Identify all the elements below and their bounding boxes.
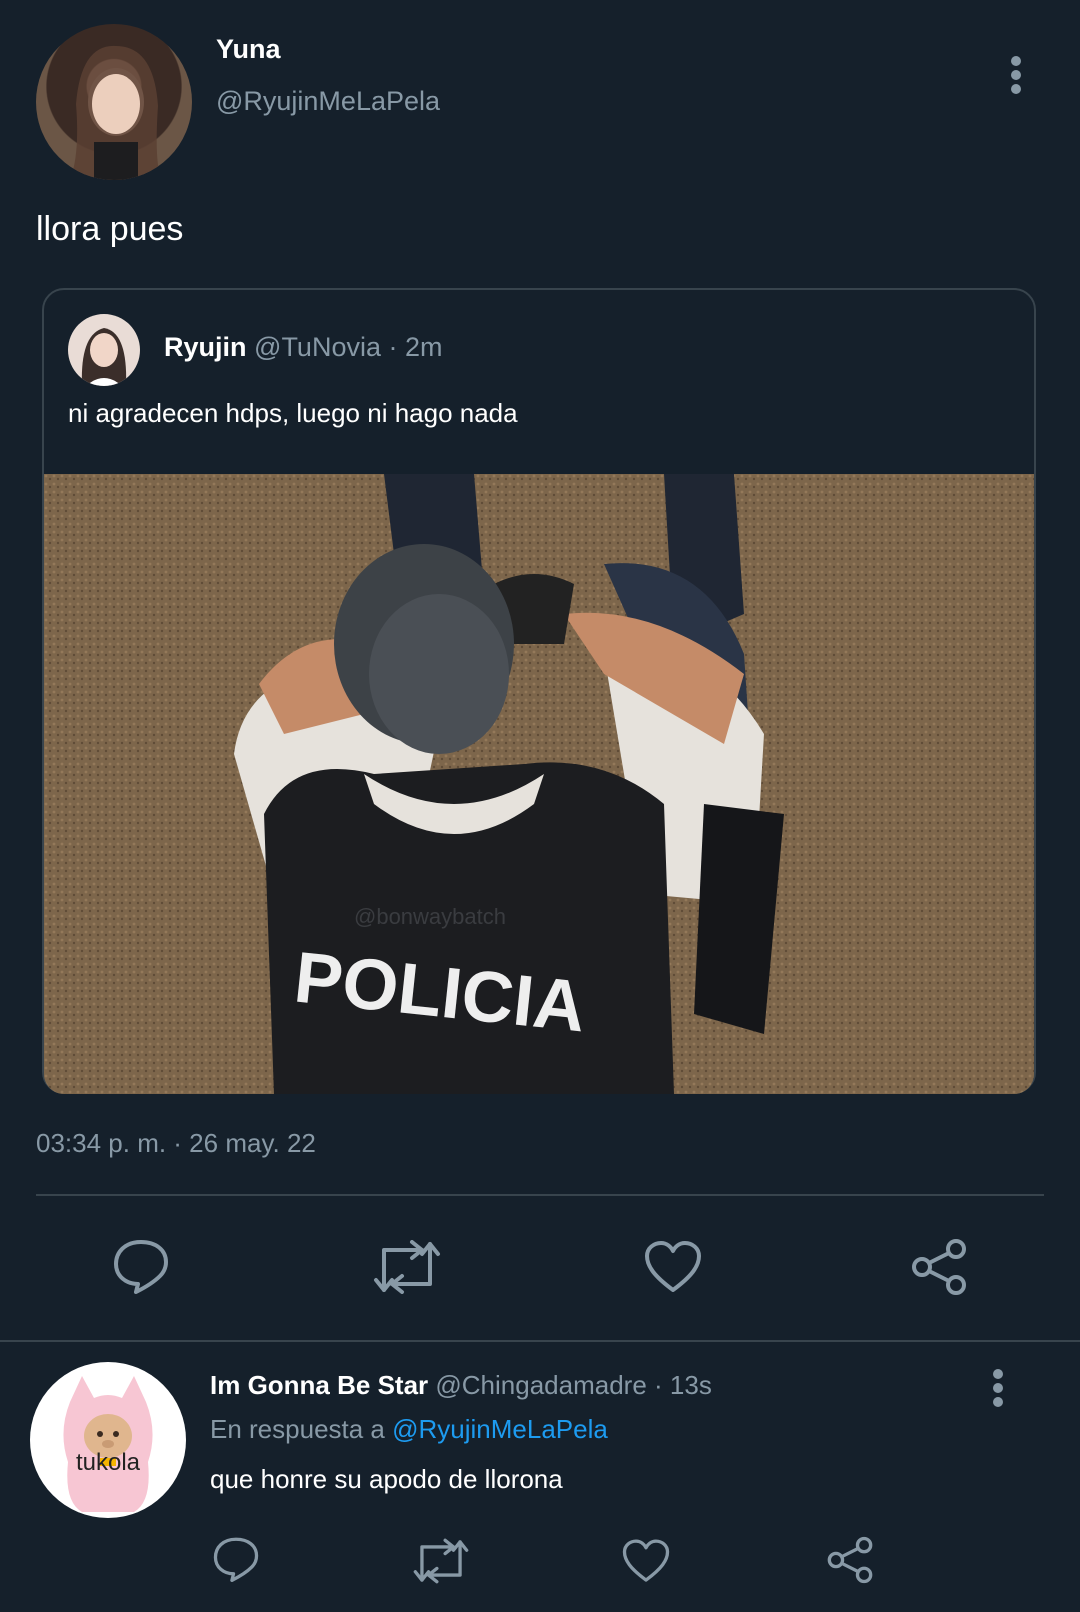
reply-reply-icon[interactable] <box>212 1536 260 1582</box>
reply-header: Im Gonna Be Star @Chingadamadre · 13s <box>210 1370 712 1401</box>
avatar-yuna[interactable] <box>36 24 192 180</box>
quoted-header: Ryujin @TuNovia · 2m <box>164 332 443 363</box>
like-icon[interactable] <box>644 1240 702 1294</box>
tweet-text: llora pues <box>36 210 184 248</box>
more-options-icon[interactable] <box>1006 54 1026 96</box>
quoted-handle[interactable]: @TuNovia <box>254 332 381 362</box>
reply-text: que honre su apodo de llorona <box>210 1464 563 1494</box>
avatar-reply[interactable]: tukola <box>30 1362 186 1518</box>
replying-to-prefix: En respuesta a <box>210 1414 385 1444</box>
quoted-media-image[interactable]: POLICIA @bonwaybatch <box>44 474 1034 1094</box>
divider-bottom <box>0 1340 1080 1342</box>
reply-icon[interactable] <box>112 1238 170 1294</box>
replying-to: En respuesta a @RyujinMeLaPela <box>210 1414 608 1445</box>
reply-share-icon[interactable] <box>826 1536 874 1584</box>
quoted-time: · 2m <box>388 332 443 362</box>
reply-retweet-icon[interactable] <box>412 1538 470 1584</box>
replying-to-handle[interactable]: @RyujinMeLaPela <box>392 1414 608 1444</box>
reply-display-name[interactable]: Im Gonna Be Star <box>210 1370 428 1400</box>
reply-like-icon[interactable] <box>622 1538 670 1584</box>
tweet-timestamp[interactable]: 03:34 p. m. · 26 may. 22 <box>36 1128 316 1159</box>
reply-handle[interactable]: @Chingadamadre <box>435 1370 646 1400</box>
share-icon[interactable] <box>910 1238 968 1296</box>
retweet-icon[interactable] <box>372 1240 442 1294</box>
quoted-display-name[interactable]: Ryujin <box>164 332 247 362</box>
display-name[interactable]: Yuna <box>216 34 281 65</box>
reply-time: · 13s <box>654 1370 712 1400</box>
image-watermark: @bonwaybatch <box>354 904 506 929</box>
reply-more-options-icon[interactable] <box>988 1368 1008 1408</box>
handle[interactable]: @RyujinMeLaPela <box>216 86 440 117</box>
avatar-text: tukola <box>76 1449 141 1476</box>
avatar-ryujin[interactable] <box>68 314 140 386</box>
quoted-text: ni agradecen hdps, luego ni hago nada <box>68 398 518 428</box>
divider-top <box>36 1194 1044 1196</box>
